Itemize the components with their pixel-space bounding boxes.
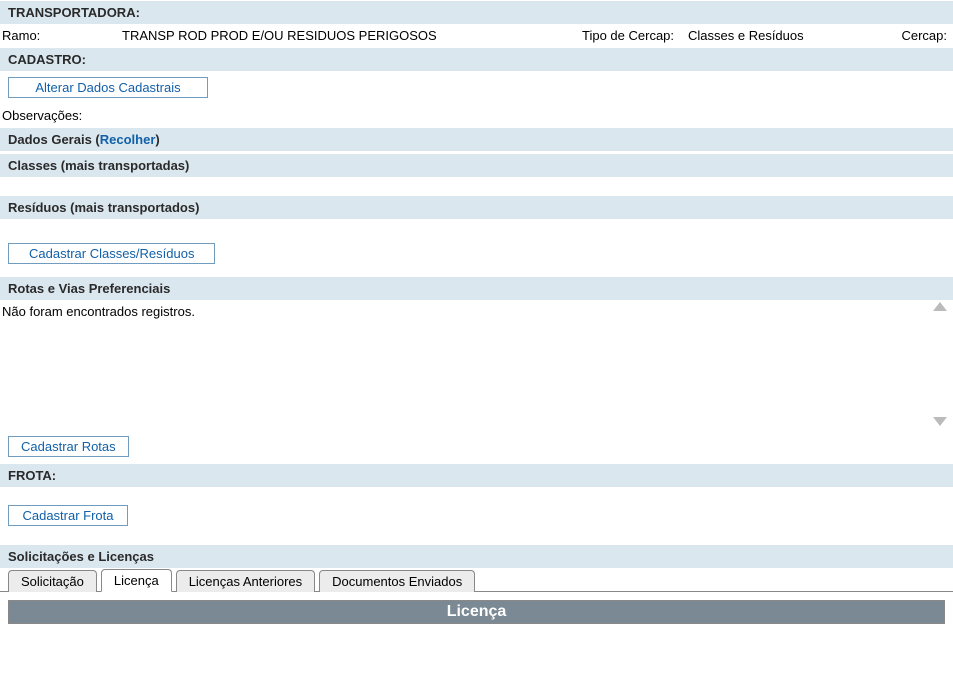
tabs-bar: Solicitação Licença Licenças Anteriores …: [0, 568, 953, 592]
section-solicitacoes-header: Solicitações e Licenças: [0, 544, 953, 568]
rotas-empty-text: Não foram encontrados registros.: [0, 300, 953, 323]
cadastrar-classes-residuos-button[interactable]: Cadastrar Classes/Resíduos: [8, 243, 215, 264]
dados-gerais-prefix: Dados Gerais (: [8, 132, 100, 147]
observacoes-label: Observações:: [0, 104, 953, 127]
tab-documentos-enviados[interactable]: Documentos Enviados: [319, 570, 475, 592]
section-classes-header: Classes (mais transportadas): [0, 153, 953, 177]
section-rotas-header: Rotas e Vias Preferenciais: [0, 276, 953, 300]
ramo-value: TRANSP ROD PROD E/OU RESIDUOS PERIGOSOS: [122, 28, 582, 43]
tab-licenca[interactable]: Licença: [101, 569, 172, 592]
tab-solicitacao[interactable]: Solicitação: [8, 570, 97, 592]
ramo-row: Ramo: TRANSP ROD PROD E/OU RESIDUOS PERI…: [0, 24, 953, 47]
scroll-down-icon[interactable]: [933, 417, 947, 426]
ramo-label: Ramo:: [2, 28, 122, 43]
rotas-scrollbar[interactable]: [931, 300, 949, 430]
cadastrar-frota-button[interactable]: Cadastrar Frota: [8, 505, 128, 526]
tab-licencas-anteriores[interactable]: Licenças Anteriores: [176, 570, 315, 592]
cadastrar-rotas-button[interactable]: Cadastrar Rotas: [8, 436, 129, 457]
section-dados-gerais-header: Dados Gerais (Recolher): [0, 127, 953, 151]
section-residuos-header: Resíduos (mais transportados): [0, 195, 953, 219]
licenca-panel-title: Licença: [9, 601, 944, 623]
recolher-toggle[interactable]: Recolher: [100, 132, 156, 147]
section-transportadora-header: TRANSPORTADORA:: [0, 0, 953, 24]
alterar-dados-button[interactable]: Alterar Dados Cadastrais: [8, 77, 208, 98]
rotas-list-area: Não foram encontrados registros.: [0, 300, 953, 430]
tipo-cercap-value: Classes e Resíduos: [682, 28, 822, 43]
cercap-label: Cercap:: [901, 28, 953, 43]
dados-gerais-suffix: ): [155, 132, 159, 147]
scroll-up-icon[interactable]: [933, 302, 947, 311]
section-cadastro-header: CADASTRO:: [0, 47, 953, 71]
tab-content-frame: Licença: [8, 600, 945, 624]
section-frota-header: FROTA:: [0, 463, 953, 487]
tipo-cercap-label: Tipo de Cercap:: [582, 28, 682, 43]
